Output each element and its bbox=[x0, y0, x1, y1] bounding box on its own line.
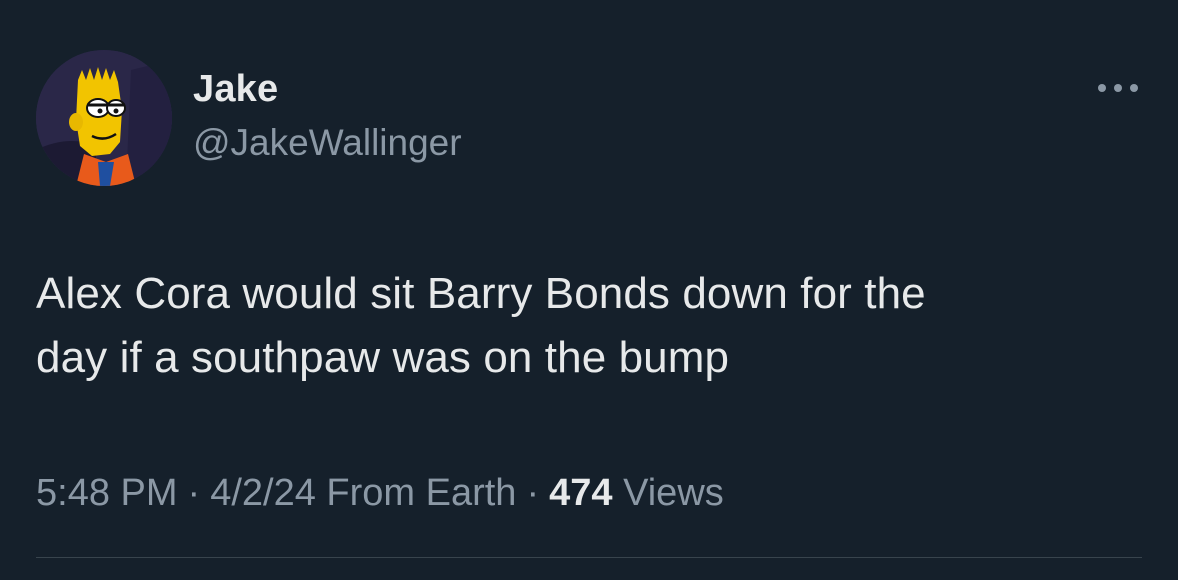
more-horizontal-icon bbox=[1098, 84, 1138, 92]
more-options-button[interactable] bbox=[1090, 76, 1146, 100]
tweet-card: Jake @JakeWallinger Alex Cora would sit … bbox=[0, 0, 1178, 580]
avatar-cartoon-icon bbox=[36, 50, 172, 186]
tweet-date[interactable]: 4/2/24 bbox=[210, 472, 316, 514]
author-handle[interactable]: @JakeWallinger bbox=[193, 122, 462, 164]
avatar[interactable] bbox=[36, 50, 172, 186]
tweet-text-line-1: Alex Cora would sit Barry Bonds down for… bbox=[36, 269, 926, 318]
views-count[interactable]: 474 bbox=[549, 472, 612, 514]
meta-separator-2: · bbox=[526, 472, 540, 514]
tweet-time[interactable]: 5:48 PM bbox=[36, 472, 178, 514]
tweet-text-line-2: day if a southpaw was on the bump bbox=[36, 333, 730, 382]
tweet-source: From Earth bbox=[326, 472, 517, 514]
views-label[interactable]: Views bbox=[623, 472, 724, 514]
tweet-text: Alex Cora would sit Barry Bonds down for… bbox=[36, 262, 1136, 390]
tweet-meta: 5:48 PM · 4/2/24 From Earth · 474 Views bbox=[36, 472, 724, 515]
meta-separator: · bbox=[187, 472, 201, 514]
divider bbox=[36, 557, 1142, 558]
author-display-name[interactable]: Jake bbox=[193, 68, 278, 111]
